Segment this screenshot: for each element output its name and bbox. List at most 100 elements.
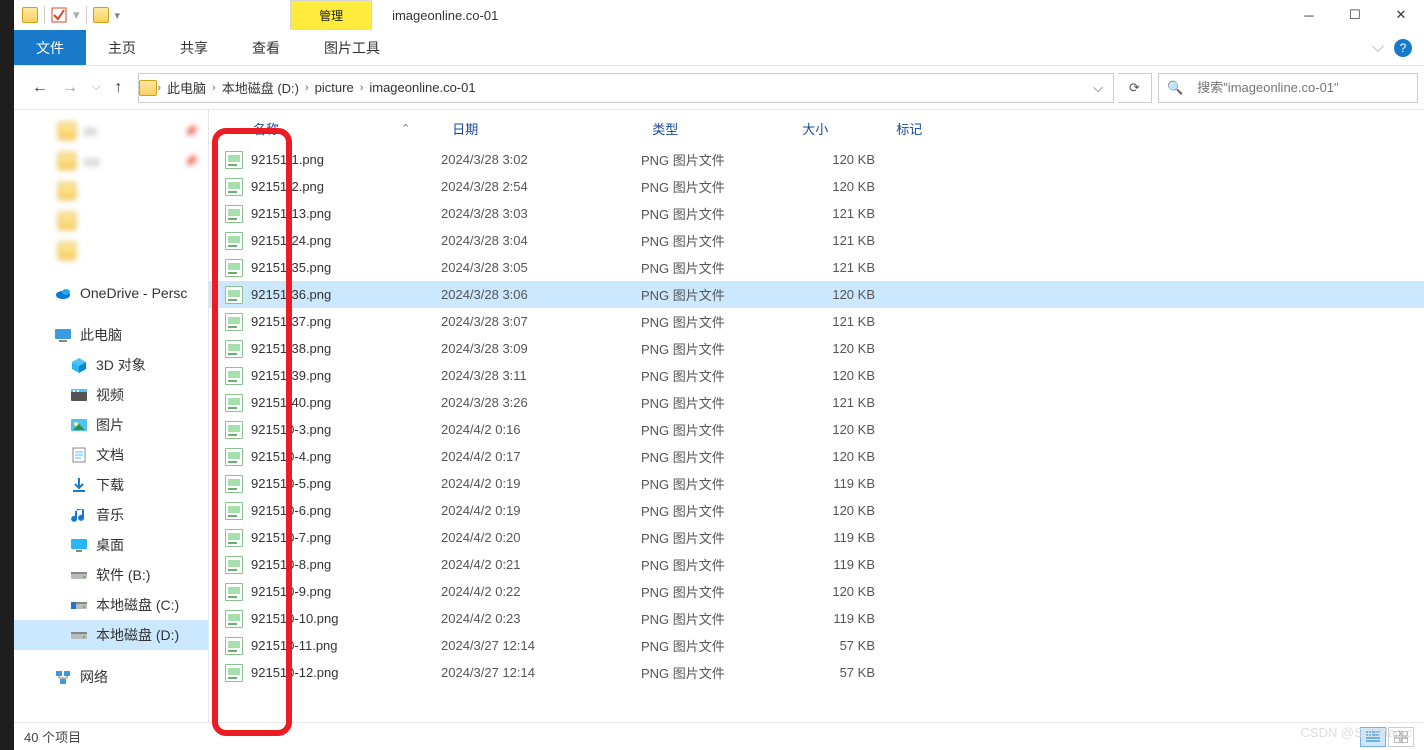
minimize-button[interactable]: ─: [1286, 0, 1332, 30]
file-type: PNG 图片文件: [641, 528, 791, 547]
refresh-button[interactable]: ⟳: [1118, 73, 1152, 103]
checkbox-icon[interactable]: [51, 7, 67, 23]
ribbon-tab-share[interactable]: 共享: [158, 30, 230, 65]
file-size: 57 KB: [791, 638, 885, 653]
png-file-icon: [225, 178, 243, 196]
qat-dropdown-icon[interactable]: ▾: [73, 7, 80, 23]
file-row[interactable]: 921510-6.png2024/4/2 0:19PNG 图片文件120 KB: [209, 497, 1424, 524]
file-row[interactable]: 92151-36.png2024/3/28 3:06PNG 图片文件120 KB: [209, 281, 1424, 308]
file-row[interactable]: 921510-8.png2024/4/2 0:21PNG 图片文件119 KB: [209, 551, 1424, 578]
tree-item[interactable]: 图片: [14, 410, 208, 440]
tree-item[interactable]: 下载: [14, 470, 208, 500]
breadcrumb-drive-d[interactable]: 本地磁盘 (D:): [216, 78, 305, 97]
up-button[interactable]: ↑: [114, 79, 122, 97]
download-icon: [70, 476, 88, 494]
file-row[interactable]: 92151-39.png2024/3/28 3:11PNG 图片文件120 KB: [209, 362, 1424, 389]
tree-item[interactable]: 本地磁盘 (C:): [14, 590, 208, 620]
file-type: PNG 图片文件: [641, 204, 791, 223]
png-file-icon: [225, 313, 243, 331]
back-button[interactable]: ←: [32, 79, 48, 97]
ribbon-expand-icon[interactable]: ⌵: [1372, 39, 1384, 57]
file-row[interactable]: 921510-3.png2024/4/2 0:16PNG 图片文件120 KB: [209, 416, 1424, 443]
file-date: 2024/4/2 0:23: [441, 611, 641, 626]
tree-item[interactable]: 文档: [14, 440, 208, 470]
help-icon[interactable]: ?: [1394, 39, 1412, 57]
quick-access-item[interactable]: [14, 206, 208, 236]
tree-item[interactable]: 音乐: [14, 500, 208, 530]
ribbon-tab-picture-tools[interactable]: 图片工具: [302, 30, 402, 65]
file-row[interactable]: 92151-37.png2024/3/28 3:07PNG 图片文件121 KB: [209, 308, 1424, 335]
tree-item[interactable]: 视频: [14, 380, 208, 410]
file-date: 2024/3/28 3:26: [441, 395, 641, 410]
folder-icon: [22, 7, 38, 23]
quick-access-item[interactable]: [14, 236, 208, 266]
column-type[interactable]: 类型: [640, 119, 790, 138]
file-size: 121 KB: [791, 260, 885, 275]
quick-access-toolbar: ▾ ▾: [14, 6, 120, 24]
file-date: 2024/3/27 12:14: [441, 638, 641, 653]
file-row[interactable]: 921510-9.png2024/4/2 0:22PNG 图片文件120 KB: [209, 578, 1424, 605]
tree-item[interactable]: 桌面: [14, 530, 208, 560]
file-type: PNG 图片文件: [641, 312, 791, 331]
history-dropdown-icon[interactable]: ⌵: [92, 81, 100, 94]
png-file-icon: [225, 448, 243, 466]
file-row[interactable]: 921510-12.png2024/3/27 12:14PNG 图片文件57 K…: [209, 659, 1424, 686]
search-box[interactable]: 🔍: [1158, 73, 1418, 103]
quick-access-item[interactable]: rn📌: [14, 116, 208, 146]
file-row[interactable]: 921510-4.png2024/4/2 0:17PNG 图片文件120 KB: [209, 443, 1424, 470]
file-row[interactable]: 92151-1.png2024/3/28 3:02PNG 图片文件120 KB: [209, 146, 1424, 173]
maximize-button[interactable]: ☐: [1332, 0, 1378, 30]
search-input[interactable]: [1191, 80, 1417, 95]
forward-button[interactable]: →: [62, 79, 78, 97]
navigation-tree[interactable]: rn📌 co📌 OneDrive - Persc 此电脑 3D 对象视频图片文档…: [14, 110, 209, 722]
file-date: 2024/4/2 0:19: [441, 503, 641, 518]
file-date: 2024/3/28 3:07: [441, 314, 641, 329]
file-list[interactable]: 92151-1.png2024/3/28 3:02PNG 图片文件120 KB9…: [209, 146, 1424, 686]
file-date: 2024/3/28 2:54: [441, 179, 641, 194]
file-name: 921510-5.png: [251, 476, 441, 491]
column-size[interactable]: 大小: [790, 119, 884, 138]
address-dropdown-icon[interactable]: ⌵: [1083, 80, 1113, 96]
file-date: 2024/3/28 3:02: [441, 152, 641, 167]
breadcrumb-picture[interactable]: picture: [309, 80, 360, 95]
ribbon-tab-home[interactable]: 主页: [86, 30, 158, 65]
file-name: 92151-24.png: [251, 233, 441, 248]
file-row[interactable]: 921510-7.png2024/4/2 0:20PNG 图片文件119 KB: [209, 524, 1424, 551]
file-size: 120 KB: [791, 287, 885, 302]
file-row[interactable]: 921510-11.png2024/3/27 12:14PNG 图片文件57 K…: [209, 632, 1424, 659]
file-row[interactable]: 92151-35.png2024/3/28 3:05PNG 图片文件121 KB: [209, 254, 1424, 281]
onedrive-node[interactable]: OneDrive - Persc: [14, 278, 208, 308]
breadcrumb-current[interactable]: imageonline.co-01: [363, 80, 481, 95]
breadcrumb-this-pc[interactable]: 此电脑: [161, 78, 212, 97]
column-date[interactable]: 日期: [440, 119, 640, 138]
file-row[interactable]: 92151-38.png2024/3/28 3:09PNG 图片文件120 KB: [209, 335, 1424, 362]
column-tag[interactable]: 标记: [884, 119, 984, 138]
address-bar[interactable]: › 此电脑 › 本地磁盘 (D:) › picture › imageonlin…: [138, 73, 1114, 103]
file-row[interactable]: 921510-5.png2024/4/2 0:19PNG 图片文件119 KB: [209, 470, 1424, 497]
file-tab[interactable]: 文件: [14, 30, 86, 65]
file-row[interactable]: 92151-2.png2024/3/28 2:54PNG 图片文件120 KB: [209, 173, 1424, 200]
column-name[interactable]: 名称: [241, 119, 441, 138]
window-controls: ─ ☐ ✕: [1286, 0, 1424, 30]
folder-icon: [139, 80, 157, 96]
tree-item[interactable]: 软件 (B:): [14, 560, 208, 590]
this-pc-node[interactable]: 此电脑: [14, 320, 208, 350]
cdrive-icon: [70, 596, 88, 614]
file-row[interactable]: 92151-13.png2024/3/28 3:03PNG 图片文件121 KB: [209, 200, 1424, 227]
ribbon-tab-view[interactable]: 查看: [230, 30, 302, 65]
file-name: 92151-35.png: [251, 260, 441, 275]
quick-access-item[interactable]: [14, 176, 208, 206]
file-type: PNG 图片文件: [641, 177, 791, 196]
quick-access-item[interactable]: co📌: [14, 146, 208, 176]
cloud-icon: [54, 284, 72, 302]
close-button[interactable]: ✕: [1378, 0, 1424, 30]
file-row[interactable]: 92151-24.png2024/3/28 3:04PNG 图片文件121 KB: [209, 227, 1424, 254]
file-date: 2024/4/2 0:22: [441, 584, 641, 599]
tree-item[interactable]: 3D 对象: [14, 350, 208, 380]
tree-item[interactable]: 本地磁盘 (D:): [14, 620, 208, 650]
file-row[interactable]: 92151-40.png2024/3/28 3:26PNG 图片文件121 KB: [209, 389, 1424, 416]
network-node[interactable]: 网络: [14, 662, 208, 692]
pictures-icon: [70, 416, 88, 434]
file-row[interactable]: 921510-10.png2024/4/2 0:23PNG 图片文件119 KB: [209, 605, 1424, 632]
qat-overflow-icon[interactable]: ▾: [115, 9, 121, 22]
